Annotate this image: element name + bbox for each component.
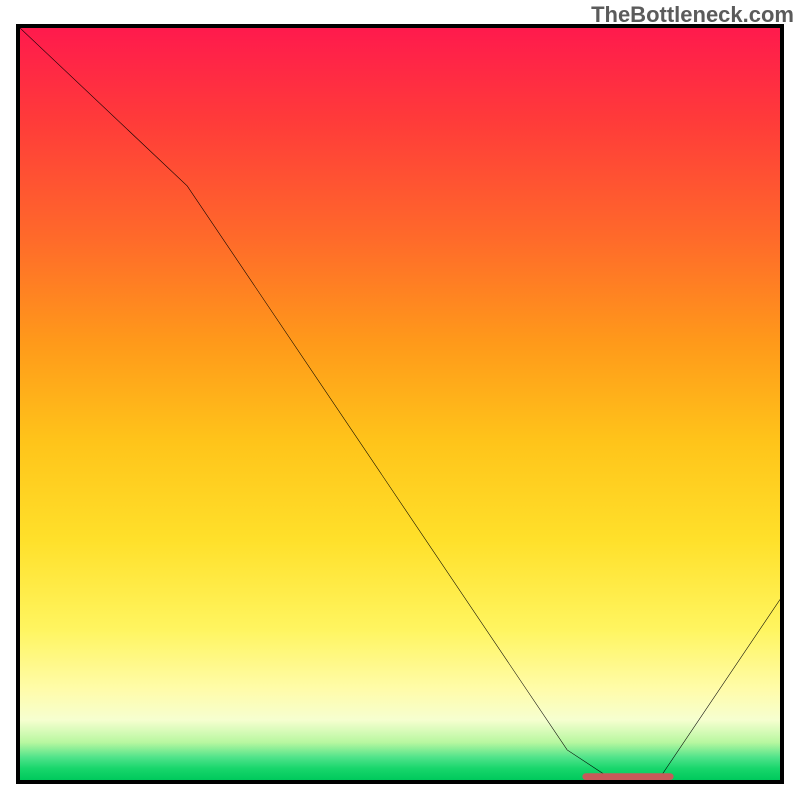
plot-frame: [16, 24, 784, 784]
chart-root: TheBottleneck.com: [0, 0, 800, 800]
optimal-range-marker: [582, 773, 673, 780]
marker-layer: [20, 28, 780, 780]
watermark-text: TheBottleneck.com: [591, 2, 794, 28]
